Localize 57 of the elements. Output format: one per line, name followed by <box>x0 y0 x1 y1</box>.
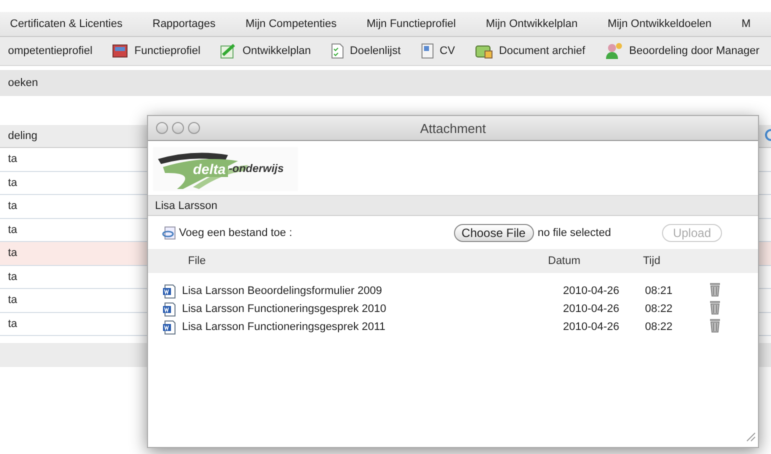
file-time: 08:22 <box>645 303 673 315</box>
nav-tab[interactable]: Rapportages <box>152 18 216 30</box>
search-link[interactable]: oeken <box>8 77 38 89</box>
table-cell: ta <box>8 270 18 283</box>
toolbar-link[interactable]: Beoordeling door Manager <box>629 45 760 57</box>
attachment-icon <box>162 226 178 240</box>
table-cell: ta <box>8 200 18 212</box>
nav-tab[interactable]: Mijn Functieprofiel <box>366 18 456 30</box>
person-icon[interactable] <box>605 42 624 60</box>
file-time: 08:22 <box>645 321 673 333</box>
file-date: 2010-04-26 <box>563 321 620 333</box>
toolbar-link[interactable]: Ontwikkelplan <box>242 45 311 57</box>
trash-icon[interactable] <box>709 300 721 315</box>
file-date: 2010-04-26 <box>563 303 620 315</box>
table-cell: ta <box>8 153 18 166</box>
window-control[interactable] <box>156 122 168 134</box>
add-file-label: Voeg een bestand toe : <box>179 226 292 238</box>
profile-card-icon[interactable] <box>112 44 128 58</box>
person-name: Lisa Larsson <box>155 200 218 212</box>
window-control[interactable] <box>188 122 200 134</box>
word-document-icon <box>162 302 176 316</box>
window-title: Attachment <box>420 120 486 136</box>
file-link[interactable]: Lisa Larsson Functioneringsgesprek 2011 <box>182 321 386 333</box>
logo: delta -onderwijs <box>153 147 298 191</box>
nav-tab[interactable]: Mijn Ontwikkeldoelen <box>608 18 712 30</box>
trash-icon[interactable] <box>709 318 721 333</box>
file-date: 2010-04-26 <box>563 285 620 297</box>
word-document-icon <box>162 284 176 298</box>
toolbar-link[interactable]: CV <box>440 45 455 57</box>
table-cell: ta <box>8 247 18 260</box>
column-header: Tijd <box>643 255 660 267</box>
id-card-icon[interactable] <box>420 43 434 59</box>
column-header: Datum <box>548 255 580 267</box>
nav-tab[interactable]: Mijn Ontwikkelplan <box>486 18 578 30</box>
column-header: deling <box>8 130 38 142</box>
file-status: no file selected <box>538 226 611 238</box>
column-header: File <box>188 255 206 267</box>
word-document-icon <box>162 320 176 334</box>
file-time: 08:21 <box>645 285 673 297</box>
toolbar-link[interactable]: Doelenlijst <box>350 45 401 57</box>
checklist-icon[interactable] <box>330 43 344 59</box>
window-control[interactable] <box>172 122 184 134</box>
choose-file-button[interactable]: Choose File <box>454 224 534 242</box>
table-cell: ta <box>8 294 18 306</box>
nav-tab[interactable]: Certificaten & Licenties <box>10 18 122 30</box>
nav-tab[interactable]: M <box>742 18 751 30</box>
table-cell: ta <box>8 318 18 330</box>
resize-grip-icon[interactable] <box>746 432 756 442</box>
nav-tab[interactable]: Mijn Competenties <box>246 18 337 30</box>
table-cell: ta <box>8 224 18 236</box>
toolbar-link[interactable]: ompetentieprofiel <box>8 45 92 57</box>
toolbar-link[interactable]: Functieprofiel <box>134 45 200 57</box>
toolbar-link[interactable]: Document archief <box>498 45 586 57</box>
trash-icon[interactable] <box>709 282 721 297</box>
table-cell: ta <box>8 176 18 189</box>
file-link[interactable]: Lisa Larsson Beoordelingsformulier 2009 <box>182 285 382 297</box>
file-link[interactable]: Lisa Larsson Functioneringsgesprek 2010 <box>182 303 386 315</box>
